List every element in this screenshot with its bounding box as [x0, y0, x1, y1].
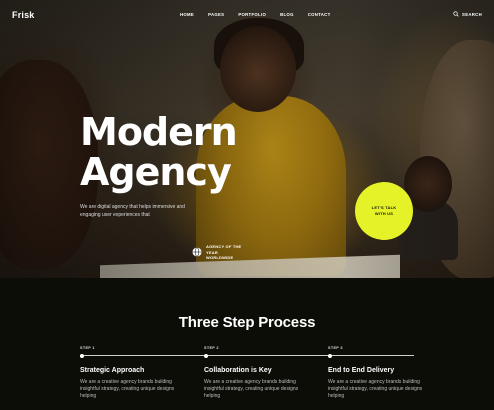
step-card-3: STEP 3 End to End Delivery We are a crea… — [328, 346, 452, 400]
cta-label: LET'S TALK WITH US — [371, 205, 397, 216]
award-badge: AGENCY OF THE YEAR WORLDWIDE — [192, 244, 246, 261]
hero-title: Modern Agency — [80, 110, 238, 194]
award-text: AGENCY OF THE YEAR WORLDWIDE — [206, 244, 242, 260]
lets-talk-button[interactable]: LET'S TALK WITH US — [355, 182, 413, 240]
step-title: Collaboration is Key — [204, 367, 272, 374]
step-dot — [204, 353, 208, 358]
search-label: SEARCH — [462, 11, 482, 17]
step-description: We are a creative agency brands building… — [80, 379, 175, 399]
process-title: Three Step Process — [178, 314, 316, 331]
step-dot — [328, 353, 332, 358]
process-section: Three Step Process STEP 1 Strategic Appr… — [0, 278, 494, 410]
step-dot — [80, 353, 84, 358]
hero-title-line1: Modern — [80, 110, 238, 154]
globe-icon — [192, 247, 202, 257]
top-nav: Frisk HOME PAGES PORTFOLIO BLOG CONTACT … — [0, 0, 494, 28]
step-timeline — [204, 353, 328, 358]
step-number: STEP 2 — [204, 346, 219, 350]
step-number: STEP 3 — [328, 346, 343, 350]
hero-overlay — [0, 0, 494, 278]
search-button[interactable]: SEARCH — [453, 11, 482, 17]
hero-description: We are digital agency that helps immersi… — [80, 204, 185, 218]
step-timeline — [328, 353, 414, 358]
hero-section: Frisk HOME PAGES PORTFOLIO BLOG CONTACT … — [0, 0, 494, 278]
step-number: STEP 1 — [80, 346, 95, 350]
nav-item-home[interactable]: HOME — [180, 12, 194, 17]
step-description: We are a creative agency brands building… — [204, 379, 299, 399]
search-icon — [453, 11, 459, 17]
main-menu: HOME PAGES PORTFOLIO BLOG CONTACT — [180, 12, 345, 17]
step-description: We are a creative agency brands building… — [328, 379, 423, 399]
hero-title-line2: Agency — [80, 150, 232, 194]
nav-item-contact[interactable]: CONTACT — [308, 12, 331, 17]
brand-logo[interactable]: Frisk — [12, 10, 35, 20]
nav-item-pages[interactable]: PAGES — [208, 12, 224, 17]
step-card-1: STEP 1 Strategic Approach We are a creat… — [80, 346, 204, 400]
step-card-2: STEP 2 Collaboration is Key We are a cre… — [204, 346, 328, 400]
nav-item-portfolio[interactable]: PORTFOLIO — [238, 12, 266, 17]
step-timeline — [80, 353, 204, 358]
step-title: Strategic Approach — [80, 367, 145, 374]
nav-item-blog[interactable]: BLOG — [280, 12, 294, 17]
step-title: End to End Delivery — [328, 367, 395, 374]
